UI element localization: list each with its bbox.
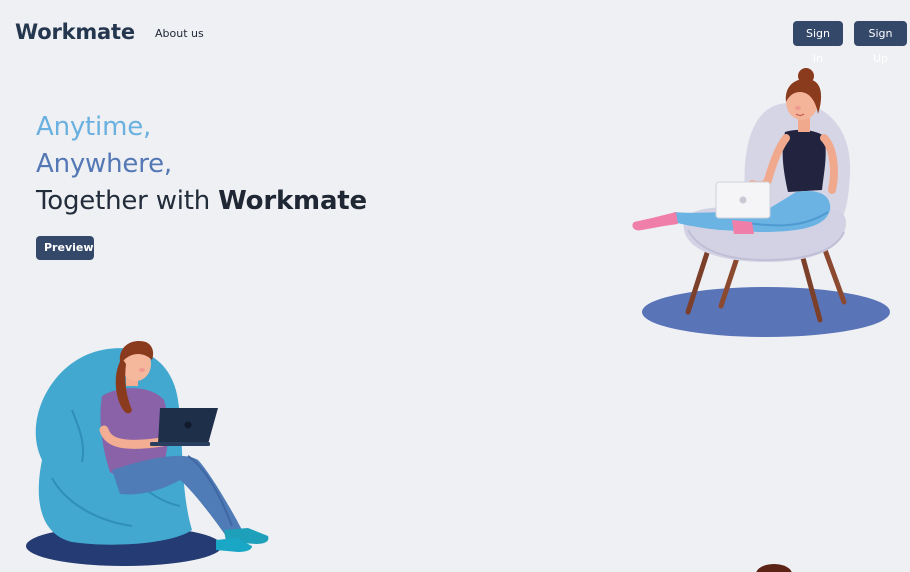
hero-brand-word: Workmate xyxy=(218,186,367,216)
hero-line-together: Together with Workmate xyxy=(36,186,367,216)
sign-up-button[interactable]: Sign Up xyxy=(854,21,907,65)
sign-in-button[interactable]: Sign In xyxy=(793,21,843,65)
woman-beanbag-illustration xyxy=(26,340,269,566)
hero-line-anywhere: Anywhere, xyxy=(36,149,172,179)
preview-button[interactable]: Preview xyxy=(36,236,94,260)
hero-line-anytime: Anytime, xyxy=(36,112,152,142)
top-navbar: Workmate About us Sign In Sign Up xyxy=(0,0,910,70)
nav-link-about-us[interactable]: About us xyxy=(155,27,204,40)
hair-peek-illustration xyxy=(756,564,792,572)
brand-logo[interactable]: Workmate xyxy=(15,20,135,44)
woman-armchair-illustration xyxy=(632,68,890,337)
hero-line-together-prefix: Together with xyxy=(36,186,219,216)
